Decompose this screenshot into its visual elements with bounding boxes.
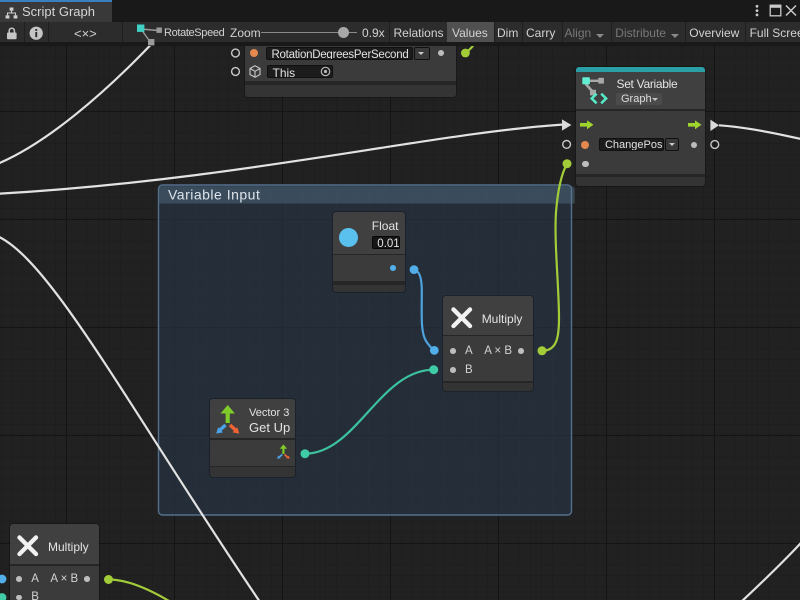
svg-text:Variable Input: Variable Input [168, 187, 260, 203]
